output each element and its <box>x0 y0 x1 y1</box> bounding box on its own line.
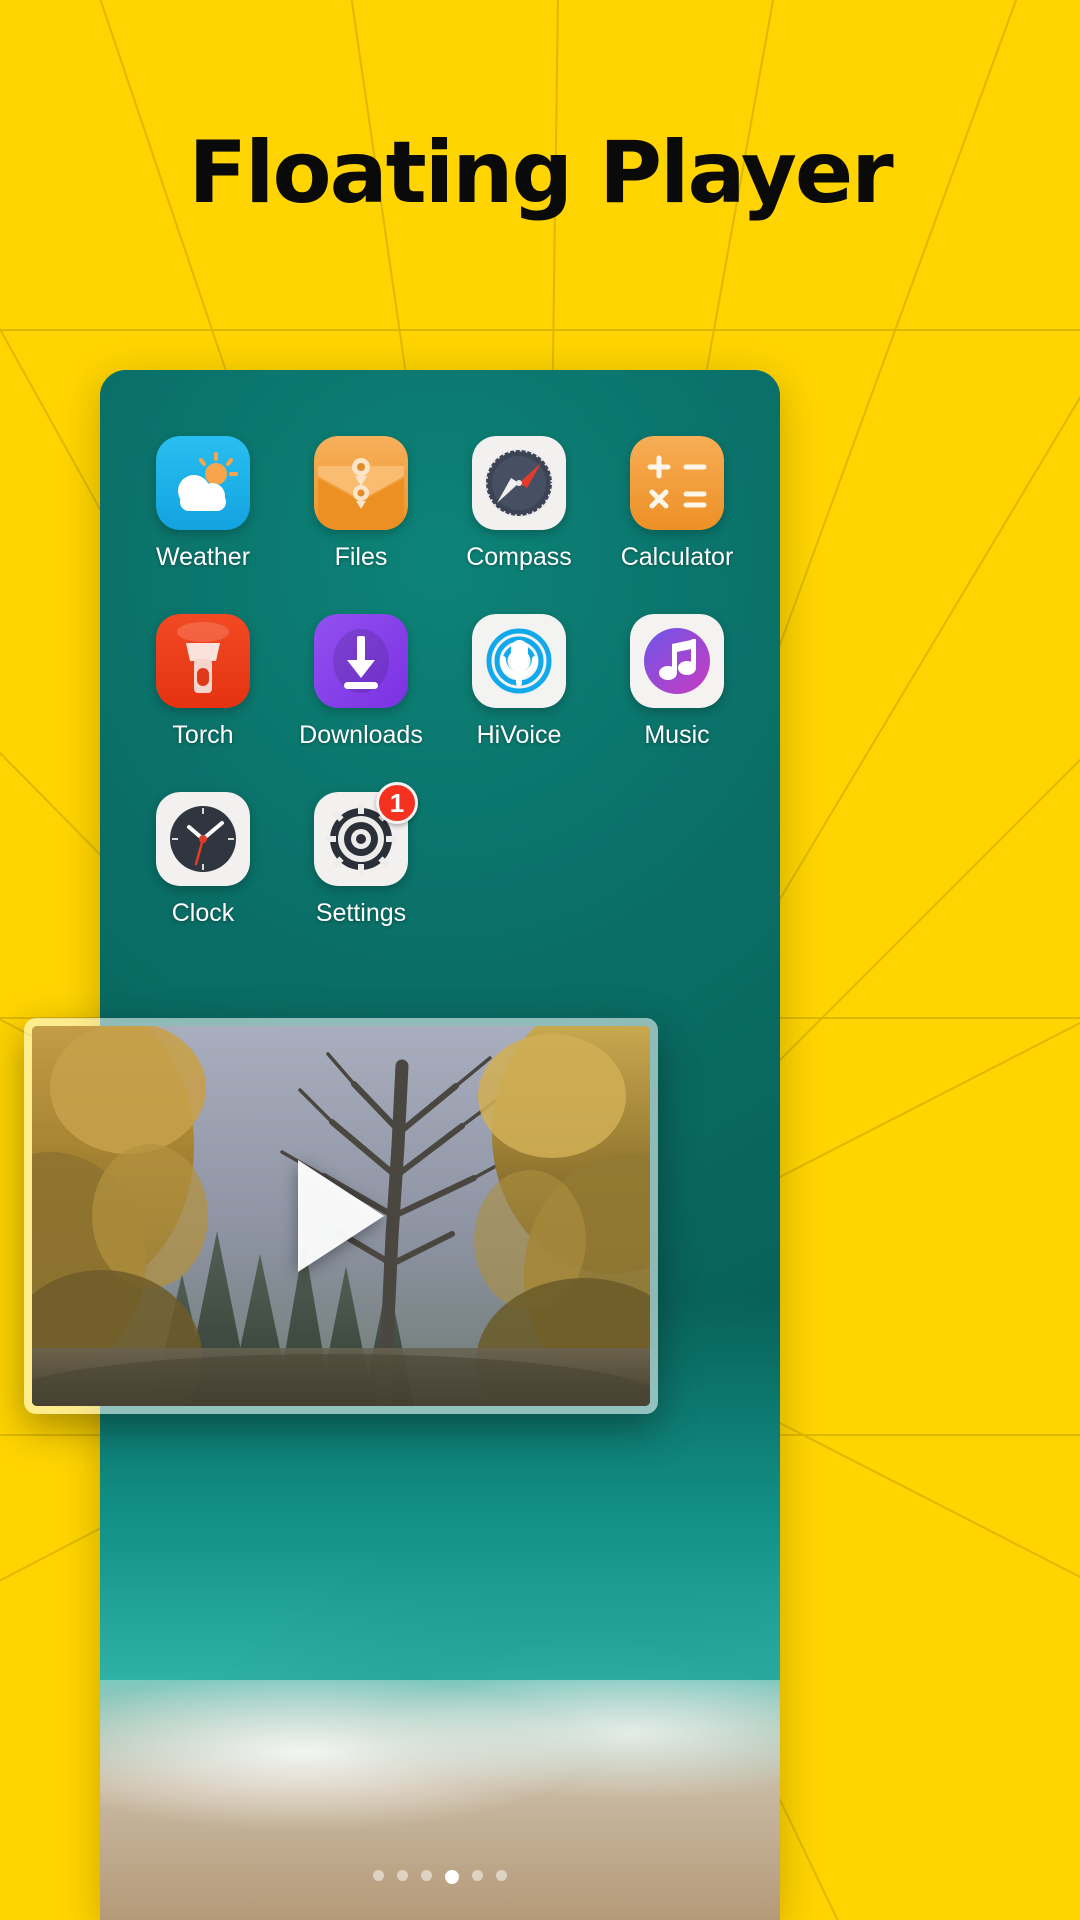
page-title-container: Floating Player <box>0 123 1080 223</box>
app-music[interactable]: Music <box>598 614 756 750</box>
app-label: Calculator <box>620 543 734 571</box>
app-label: Weather <box>155 543 251 571</box>
app-hivoice[interactable]: HiVoice <box>440 614 598 750</box>
page-dot[interactable] <box>472 1870 483 1881</box>
compass-icon[interactable] <box>472 436 566 530</box>
app-label: Compass <box>466 543 572 571</box>
app-clock[interactable]: Clock <box>124 792 282 928</box>
clock-icon[interactable] <box>156 792 250 886</box>
app-calculator[interactable]: Calculator <box>598 436 756 572</box>
app-downloads[interactable]: Downloads <box>282 614 440 750</box>
app-label: Music <box>644 721 710 749</box>
page-dot[interactable] <box>496 1870 507 1881</box>
app-label: Files <box>334 543 388 571</box>
video-surface[interactable] <box>32 1026 650 1406</box>
page-dot[interactable] <box>421 1870 432 1881</box>
page-dot[interactable] <box>397 1870 408 1881</box>
weather-icon[interactable] <box>156 436 250 530</box>
app-torch[interactable]: Torch <box>124 614 282 750</box>
page-dot[interactable] <box>373 1870 384 1881</box>
floating-video-player[interactable] <box>24 1018 658 1414</box>
app-label: Torch <box>172 721 234 749</box>
app-weather[interactable]: Weather <box>124 436 282 572</box>
wallpaper-surf <box>100 1680 780 1920</box>
app-compass[interactable]: Compass <box>440 436 598 572</box>
calculator-icon[interactable] <box>630 436 724 530</box>
app-files[interactable]: Files <box>282 436 440 572</box>
app-settings[interactable]: 1 Settings <box>282 782 440 928</box>
app-label: Clock <box>171 899 235 927</box>
app-grid: Weather Files Compass Calculator Torch D… <box>100 436 780 928</box>
status-badge: 1 <box>376 782 418 824</box>
downloads-icon[interactable] <box>314 614 408 708</box>
play-icon[interactable] <box>298 1160 384 1272</box>
page-title: Floating Player <box>188 123 893 223</box>
files-icon[interactable] <box>314 436 408 530</box>
hivoice-icon[interactable] <box>472 614 566 708</box>
music-icon[interactable] <box>630 614 724 708</box>
page-dot-active[interactable] <box>445 1870 459 1884</box>
page-indicator[interactable] <box>100 1870 780 1884</box>
app-label: HiVoice <box>476 721 562 749</box>
app-label: Downloads <box>299 721 423 749</box>
app-label: Settings <box>315 899 407 927</box>
torch-icon[interactable] <box>156 614 250 708</box>
settings-icon[interactable]: 1 <box>314 782 418 886</box>
